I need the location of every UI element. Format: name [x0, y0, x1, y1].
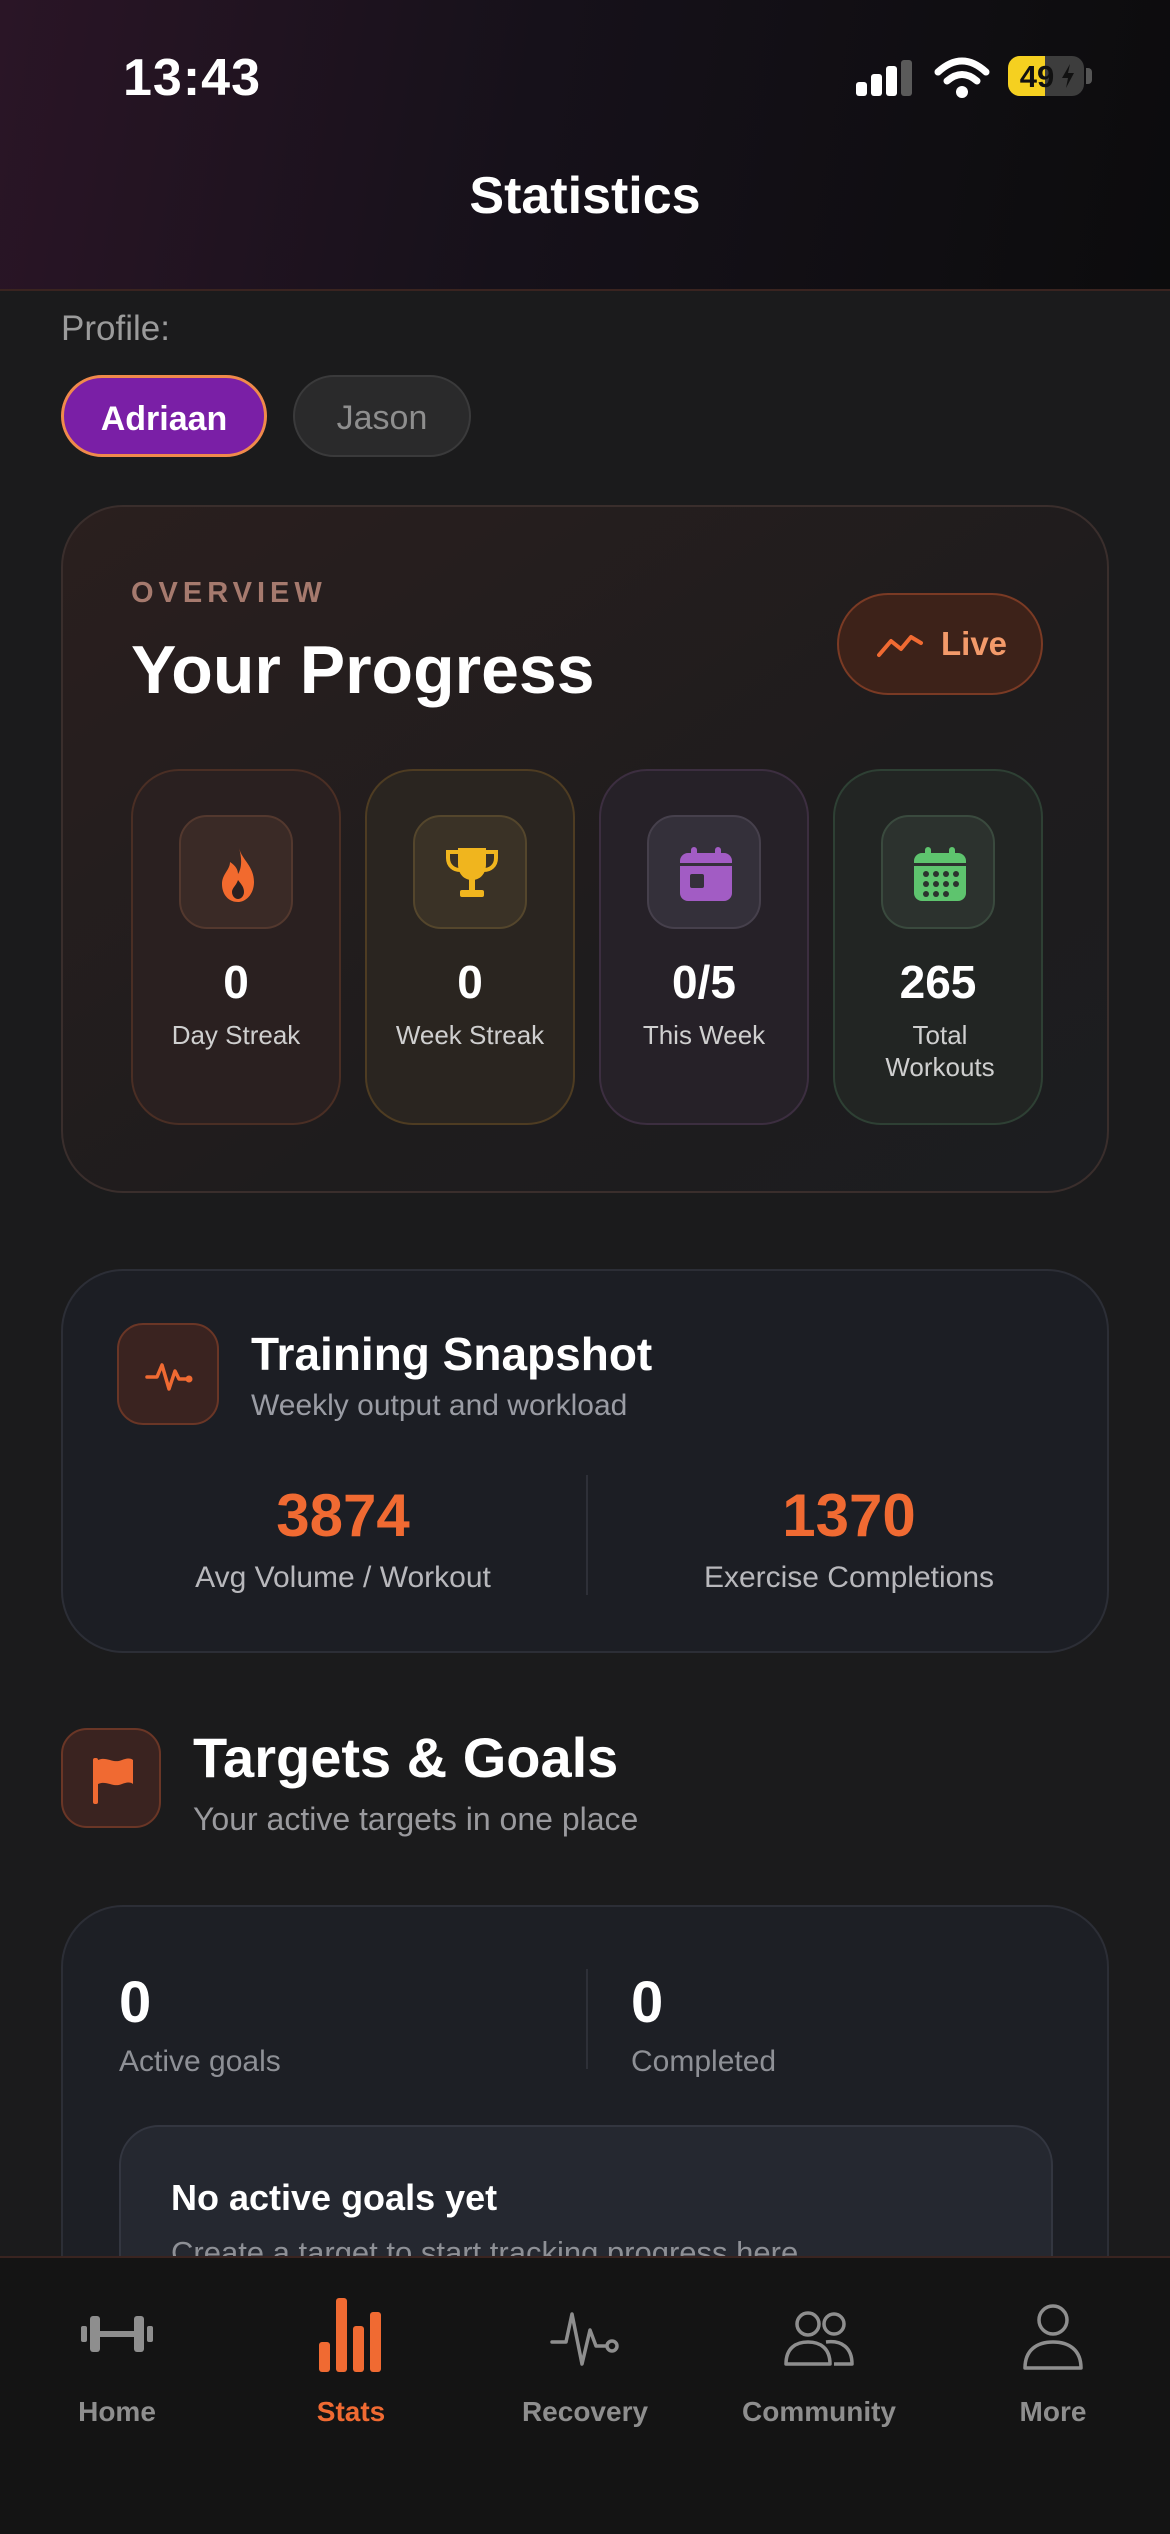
stat-value: 265 — [899, 956, 977, 1008]
live-button[interactable]: Live — [837, 593, 1043, 695]
tab-label: More — [1019, 2396, 1087, 2427]
stat-label: Week Streak — [395, 1020, 545, 1050]
wifi-icon — [934, 57, 990, 98]
empty-goals-box[interactable]: No active goals yet Create a target to s… — [119, 2125, 1053, 2256]
tab-recovery[interactable]: Recovery — [468, 2258, 702, 2458]
tab-more[interactable]: More — [936, 2258, 1170, 2458]
stat-label: Total Workouts — [885, 1020, 995, 1082]
overview-eyebrow: OVERVIEW — [131, 577, 327, 609]
tab-home[interactable]: Home — [0, 2258, 234, 2458]
tab-stats[interactable]: Stats — [234, 2258, 468, 2458]
cellular-signal-icon — [856, 60, 914, 96]
overview-title: Your Progress — [131, 632, 595, 708]
bar-chart-icon — [319, 2298, 381, 2372]
profile-label: Profile: — [61, 309, 170, 348]
stat-label: Day Streak — [171, 1020, 301, 1050]
stat-day-streak: 0 Day Streak — [131, 769, 341, 1125]
empty-goals-title: No active goals yet — [171, 2177, 498, 2218]
profile-chip-jason[interactable]: Jason — [293, 375, 471, 457]
calendar-grid-icon — [914, 847, 966, 901]
dumbbell-icon — [81, 2316, 153, 2352]
stat-this-week: 0/5 This Week — [599, 769, 809, 1125]
battery-indicator: 49 — [1008, 56, 1084, 96]
goals-card: 0 Active goals 0 Completed No active goa… — [61, 1905, 1109, 2256]
person-icon — [1023, 2304, 1083, 2370]
stat-total-workouts: 265 Total Workouts — [833, 769, 1043, 1125]
header: 13:43 49 Statistics — [0, 0, 1170, 291]
pulse-icon — [550, 2312, 619, 2366]
stat-value: 0 — [457, 956, 483, 1008]
active-goals-value: 0 — [119, 1970, 152, 2035]
stat-value: 0 — [223, 956, 249, 1008]
battery-percent: 49 — [1019, 59, 1055, 94]
tab-bar: Home Stats Recovery Community More — [0, 2256, 1170, 2534]
charging-bolt-icon — [1062, 64, 1074, 88]
avg-volume-label: Avg Volume / Workout — [195, 1561, 491, 1594]
snapshot-divider — [586, 1475, 588, 1595]
exercise-completions-value: 1370 — [782, 1482, 916, 1549]
snapshot-title: Training Snapshot — [251, 1328, 653, 1380]
status-time: 13:43 — [123, 49, 261, 107]
overview-card: OVERVIEW Your Progress Live 0 Day Streak — [61, 505, 1109, 1193]
completed-goals-value: 0 — [631, 1970, 664, 2035]
stat-label: This Week — [642, 1020, 766, 1050]
tab-label: Recovery — [521, 2396, 649, 2427]
battery-cap — [1086, 68, 1092, 84]
people-icon — [784, 2311, 854, 2366]
trend-line-icon — [877, 635, 923, 657]
pulse-icon — [145, 1363, 193, 1391]
avg-volume-value: 3874 — [276, 1482, 410, 1549]
profile-chip-adriaan[interactable]: Adriaan — [61, 375, 267, 457]
empty-goals-subtitle: Create a target to start tracking progre… — [171, 2235, 799, 2256]
flag-icon — [93, 1758, 133, 1804]
snapshot-subtitle: Weekly output and workload — [251, 1389, 628, 1422]
tab-community[interactable]: Community — [702, 2258, 936, 2458]
calendar-icon — [680, 847, 732, 901]
flame-icon — [222, 848, 254, 902]
live-label: Live — [941, 625, 1008, 662]
trophy-icon — [446, 848, 498, 897]
active-goals-label: Active goals — [119, 2045, 281, 2078]
tab-label: Home — [78, 2396, 156, 2427]
stats-content[interactable]: Profile: Adriaan Jason OVERVIEW Your Pro… — [0, 291, 1170, 2256]
goals-title: Targets & Goals — [193, 1726, 619, 1789]
tab-label: Stats — [316, 2396, 386, 2427]
tab-label: Community — [742, 2396, 896, 2427]
training-snapshot-card: Training Snapshot Weekly output and work… — [61, 1269, 1109, 1653]
completed-goals-label: Completed — [631, 2045, 777, 2078]
stat-week-streak: 0 Week Streak — [365, 769, 575, 1125]
exercise-completions-label: Exercise Completions — [703, 1561, 995, 1594]
page-title: Statistics — [469, 167, 701, 225]
goals-subtitle: Your active targets in one place — [193, 1801, 639, 1837]
goals-divider — [586, 1969, 588, 2069]
stat-value: 0/5 — [672, 956, 736, 1008]
